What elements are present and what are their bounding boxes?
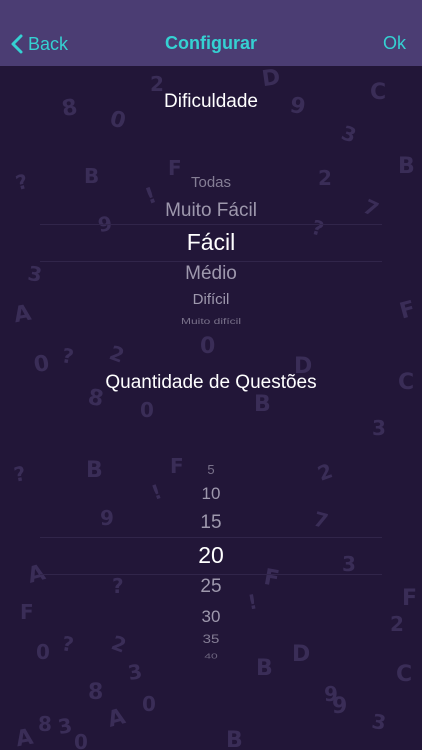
picker-option[interactable]: 25	[40, 576, 382, 598]
difficulty-picker[interactable]: Todas Muito Fácil Fácil Médio Difícil Mu…	[40, 160, 382, 335]
picker-option-selected[interactable]: Fácil	[40, 229, 382, 256]
background-glyph: C	[396, 662, 413, 687]
background-glyph: ?	[60, 343, 76, 369]
background-glyph: 8	[38, 712, 52, 736]
background-glyph: 0	[200, 334, 216, 359]
picker-option[interactable]: 30	[40, 607, 382, 627]
picker-option[interactable]: 10	[40, 484, 382, 504]
background-glyph: 0	[74, 730, 88, 750]
ok-button[interactable]: Ok	[383, 33, 406, 54]
background-glyph: ?	[12, 461, 28, 487]
background-glyph: F	[397, 296, 419, 325]
picker-option[interactable]: Médio	[40, 263, 382, 285]
picker-option[interactable]: 15	[40, 512, 382, 534]
picker-option-selected[interactable]: 20	[40, 542, 382, 569]
navigation-bar: Back Configurar Ok	[0, 0, 422, 66]
background-glyph: B	[398, 154, 415, 179]
picker-option[interactable]: 40	[40, 652, 382, 660]
quantity-title: Quantidade de Questões	[105, 372, 317, 393]
background-glyph: 2	[390, 612, 404, 636]
quantity-picker[interactable]: 5 10 15 20 25 30 35 40	[40, 450, 382, 665]
picker-option[interactable]: Difícil	[40, 291, 382, 308]
background-glyph: 3	[370, 708, 388, 736]
difficulty-title: Dificuldade	[164, 91, 258, 112]
background-glyph: 3	[56, 712, 74, 740]
background-glyph: A	[11, 300, 34, 329]
background-glyph: 8	[88, 680, 104, 705]
background-glyph: 2	[106, 340, 128, 368]
background-glyph: D	[260, 66, 282, 93]
background-glyph: B	[226, 728, 243, 750]
picker-option[interactable]: 5	[40, 462, 382, 477]
background-glyph: A	[13, 724, 36, 750]
background-glyph: A	[105, 704, 128, 733]
background-glyph: B	[254, 392, 271, 417]
background-glyph: F	[402, 586, 418, 611]
background-glyph: ?	[13, 168, 31, 196]
picker-option[interactable]: Muito difícil	[40, 316, 382, 326]
picker-option[interactable]: 35	[40, 633, 382, 647]
background-glyph: 9	[332, 694, 348, 719]
background-glyph: 3	[372, 416, 386, 440]
picker-option[interactable]: Muito Fácil	[40, 200, 382, 222]
background-glyph: F	[20, 600, 34, 624]
picker-option[interactable]: Todas	[40, 174, 382, 191]
background-glyph: 0	[142, 692, 156, 716]
page-title: Configurar	[165, 33, 257, 53]
background-glyph: 3	[338, 120, 360, 148]
background-glyph: 0	[140, 398, 154, 422]
